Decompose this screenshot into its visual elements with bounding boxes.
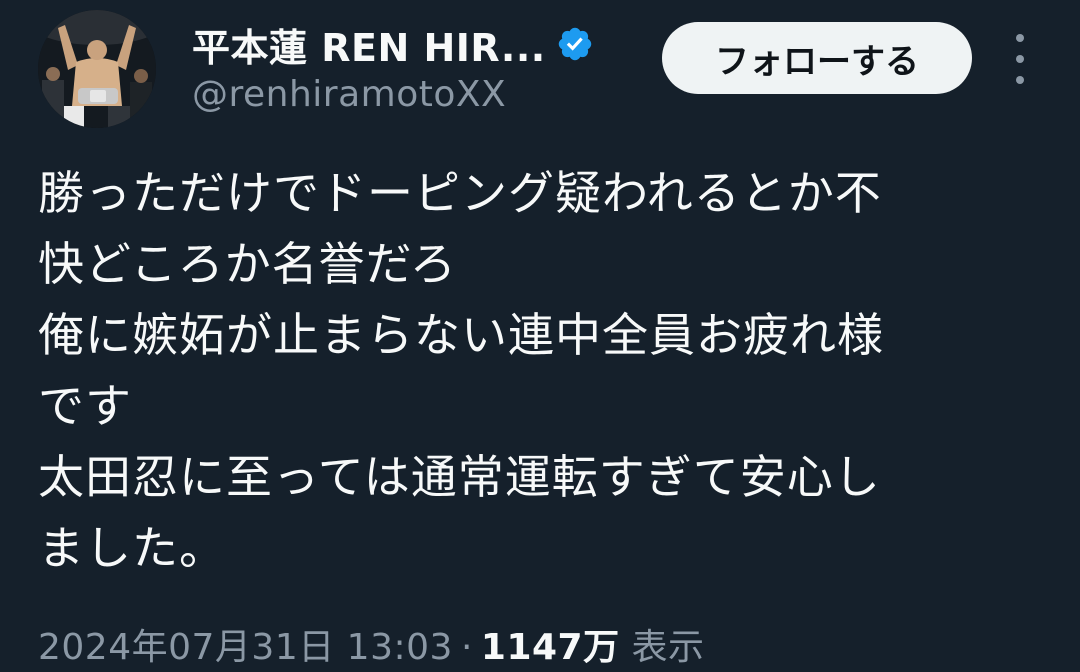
author-name-row[interactable]: 平本蓮 REN HIR... [192, 20, 594, 70]
tweet-card: 平本蓮 REN HIR... @renhiramotoXX フォローする 勝った… [0, 0, 1080, 672]
more-dot [1016, 55, 1024, 63]
tweet-meta: 2024年07月31日 13:03 · 1147万 表示 [38, 618, 705, 670]
avatar-image [38, 10, 156, 128]
views-label: 表示 [631, 627, 705, 668]
follow-button[interactable]: フォローする [662, 22, 972, 94]
more-vertical-icon[interactable] [1000, 34, 1040, 84]
display-name[interactable]: 平本蓮 REN HIR... [192, 17, 546, 72]
tweet-text-line: 快どころか名誉だろ [38, 237, 457, 291]
tweet-text-line: ました。 [38, 521, 226, 575]
tweet-text-line: 俺に嫉妬が止まらない連中全員お疲れ様 [38, 308, 884, 362]
tweet-text-line: です [38, 379, 132, 433]
author-handle[interactable]: @renhiramotoXX [192, 74, 506, 115]
more-dot [1016, 76, 1024, 84]
tweet-timestamp[interactable]: 2024年07月31日 13:03 [38, 627, 453, 668]
more-dot [1016, 34, 1024, 42]
avatar[interactable] [38, 10, 156, 128]
views-count[interactable]: 1147万 [481, 627, 620, 668]
tweet-text-line: 太田忍に至っては通常運転すぎて安心し [38, 450, 881, 504]
tweet-text: 勝っただけでドーピング疑われるとか不 快どころか名誉だろ 俺に嫉妬が止まらない連… [38, 158, 1048, 584]
tweet-text-line: 勝っただけでドーピング疑われるとか不 [38, 166, 882, 220]
meta-separator: · [460, 627, 473, 668]
verified-badge-icon [556, 25, 594, 63]
